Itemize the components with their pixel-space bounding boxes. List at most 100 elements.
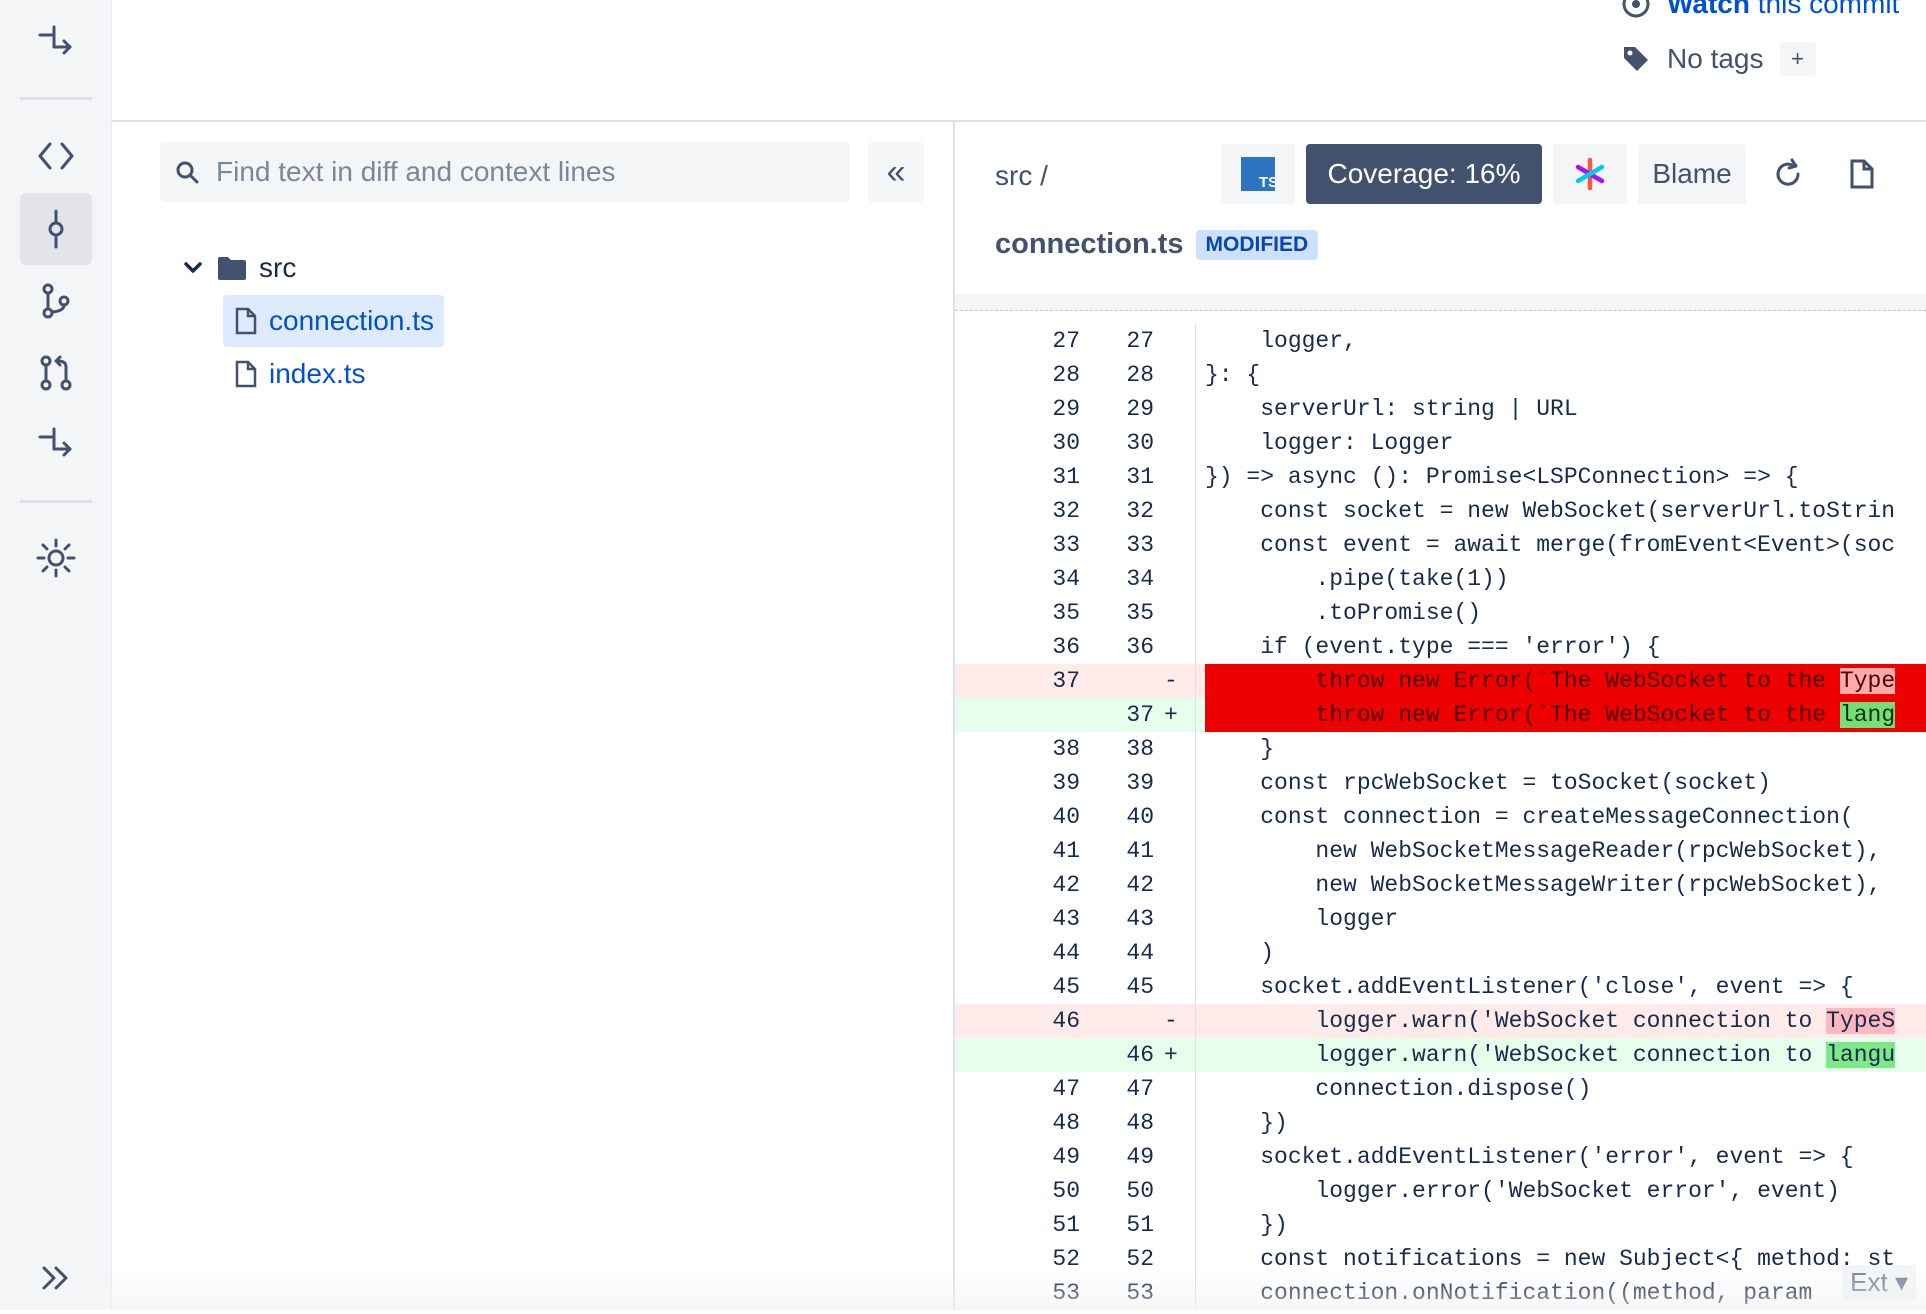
new-line-number[interactable]: 51 <box>1080 1208 1154 1242</box>
gutter-divider <box>1195 358 1196 392</box>
pull-request-icon[interactable] <box>20 337 92 409</box>
typescript-icon[interactable]: TS <box>1221 144 1295 204</box>
new-line-number[interactable]: 27 <box>1080 324 1154 358</box>
old-line-number[interactable]: 44 <box>955 936 1080 970</box>
tree-folder-src[interactable]: src <box>181 252 296 284</box>
gutter-divider <box>1195 630 1196 664</box>
settings-icon[interactable] <box>20 522 92 594</box>
old-line-number[interactable]: 42 <box>955 868 1080 902</box>
new-line-number[interactable]: 35 <box>1080 596 1154 630</box>
commit-icon[interactable] <box>20 193 92 265</box>
watch-commit-link[interactable]: Watch this commit <box>1621 0 1899 20</box>
new-line-number[interactable]: 49 <box>1080 1140 1154 1174</box>
new-line-number[interactable]: 48 <box>1080 1106 1154 1140</box>
file-label: connection.ts <box>269 305 434 336</box>
old-line-number[interactable]: 29 <box>955 392 1080 426</box>
code-text: new WebSocketMessageWriter(rpcWebSocket)… <box>1205 868 1926 902</box>
old-line-number[interactable]: 50 <box>955 1174 1080 1208</box>
code-content: logger, <box>1205 328 1357 354</box>
file-tree-panel: « src connection.ts index.ts <box>111 122 955 1310</box>
old-line-number[interactable]: 52 <box>955 1242 1080 1276</box>
old-line-number[interactable]: 33 <box>955 528 1080 562</box>
gutter-divider <box>1195 392 1196 426</box>
breadcrumb[interactable]: src / <box>995 160 1048 192</box>
commit-flow-icon[interactable] <box>20 5 92 77</box>
new-line-number[interactable]: 34 <box>1080 562 1154 596</box>
new-line-number[interactable]: 36 <box>1080 630 1154 664</box>
gutter-divider <box>1195 1174 1196 1208</box>
new-line-number[interactable]: 28 <box>1080 358 1154 392</box>
old-line-number[interactable]: 40 <box>955 800 1080 834</box>
tree-file-connection[interactable]: connection.ts <box>223 295 444 347</box>
old-line-number[interactable]: 46 <box>955 1004 1080 1038</box>
new-line-number[interactable]: 43 <box>1080 902 1154 936</box>
new-line-number[interactable]: 39 <box>1080 766 1154 800</box>
ext-dropdown[interactable]: Ext ▾ <box>1842 1265 1916 1300</box>
new-line-number[interactable]: 30 <box>1080 426 1154 460</box>
old-line-number[interactable]: 43 <box>955 902 1080 936</box>
old-line-number[interactable]: 37 <box>955 664 1080 698</box>
sourcegraph-icon[interactable] <box>1553 144 1627 204</box>
tags-row: No tags + <box>1621 42 1816 76</box>
diff-file-title: connection.ts MODIFIED <box>995 228 1319 261</box>
old-line-number[interactable]: 47 <box>955 1072 1080 1106</box>
diff-line: 47 47 connection.dispose() <box>955 1072 1926 1106</box>
add-tag-button[interactable]: + <box>1779 42 1816 76</box>
old-line-number[interactable]: 34 <box>955 562 1080 596</box>
coverage-button[interactable]: Coverage: 16% <box>1306 144 1542 204</box>
expand-icon[interactable] <box>20 1242 92 1314</box>
blame-button[interactable]: Blame <box>1638 144 1746 204</box>
file-icon <box>235 360 257 388</box>
old-line-number[interactable]: 41 <box>955 834 1080 868</box>
old-line-number[interactable]: 45 <box>955 970 1080 1004</box>
new-line-number[interactable]: 52 <box>1080 1242 1154 1276</box>
file-icon[interactable] <box>1831 144 1893 204</box>
old-line-number[interactable]: 35 <box>955 596 1080 630</box>
diff-line: 39 39 const rpcWebSocket = toSocket(socke… <box>955 766 1926 800</box>
old-line-number[interactable]: 28 <box>955 358 1080 392</box>
code-text: throw new Error(`The WebSocket to the Ty… <box>1205 664 1926 698</box>
new-line-number[interactable]: 45 <box>1080 970 1154 1004</box>
new-line-number[interactable]: 32 <box>1080 494 1154 528</box>
new-line-number[interactable]: 40 <box>1080 800 1154 834</box>
code-content: if (event.type === 'error') { <box>1205 634 1661 660</box>
refresh-icon[interactable] <box>1757 144 1819 204</box>
old-line-number[interactable]: 53 <box>955 1276 1080 1310</box>
code-text: }) <box>1205 1208 1926 1242</box>
new-line-number[interactable]: 33 <box>1080 528 1154 562</box>
code-icon[interactable] <box>20 120 92 192</box>
new-line-number[interactable]: 42 <box>1080 868 1154 902</box>
branch-icon[interactable] <box>20 265 92 337</box>
new-line-number[interactable]: 38 <box>1080 732 1154 766</box>
old-line-number[interactable]: 30 <box>955 426 1080 460</box>
old-line-number[interactable]: 38 <box>955 732 1080 766</box>
old-line-number[interactable]: 27 <box>955 324 1080 358</box>
compare-icon[interactable] <box>20 407 92 479</box>
diff-line: 34 34 .pipe(take(1)) <box>955 562 1926 596</box>
diff-search-input[interactable] <box>214 155 838 189</box>
new-line-number[interactable]: 31 <box>1080 460 1154 494</box>
new-line-number[interactable]: 44 <box>1080 936 1154 970</box>
diff-line: 31 31}) => async (): Promise<LSPConnectio… <box>955 460 1926 494</box>
old-line-number[interactable]: 31 <box>955 460 1080 494</box>
new-line-number[interactable]: 47 <box>1080 1072 1154 1106</box>
new-line-number[interactable]: 53 <box>1080 1276 1154 1310</box>
old-line-number[interactable]: 36 <box>955 630 1080 664</box>
old-line-number[interactable]: 39 <box>955 766 1080 800</box>
collapse-tree-button[interactable]: « <box>868 142 924 202</box>
new-line-number[interactable]: 50 <box>1080 1174 1154 1208</box>
collapsed-lines-separator[interactable] <box>955 294 1926 311</box>
code-content: }) <box>1205 1110 1288 1136</box>
gutter-divider <box>1195 970 1196 1004</box>
code-text: if (event.type === 'error') { <box>1205 630 1926 664</box>
new-line-number[interactable]: 29 <box>1080 392 1154 426</box>
new-line-number[interactable]: 37 <box>1080 698 1154 732</box>
old-line-number[interactable]: 51 <box>955 1208 1080 1242</box>
old-line-number[interactable]: 32 <box>955 494 1080 528</box>
tree-file-index[interactable]: index.ts <box>223 348 376 400</box>
code-text: connection.dispose() <box>1205 1072 1926 1106</box>
new-line-number[interactable]: 46 <box>1080 1038 1154 1072</box>
old-line-number[interactable]: 49 <box>955 1140 1080 1174</box>
old-line-number[interactable]: 48 <box>955 1106 1080 1140</box>
new-line-number[interactable]: 41 <box>1080 834 1154 868</box>
